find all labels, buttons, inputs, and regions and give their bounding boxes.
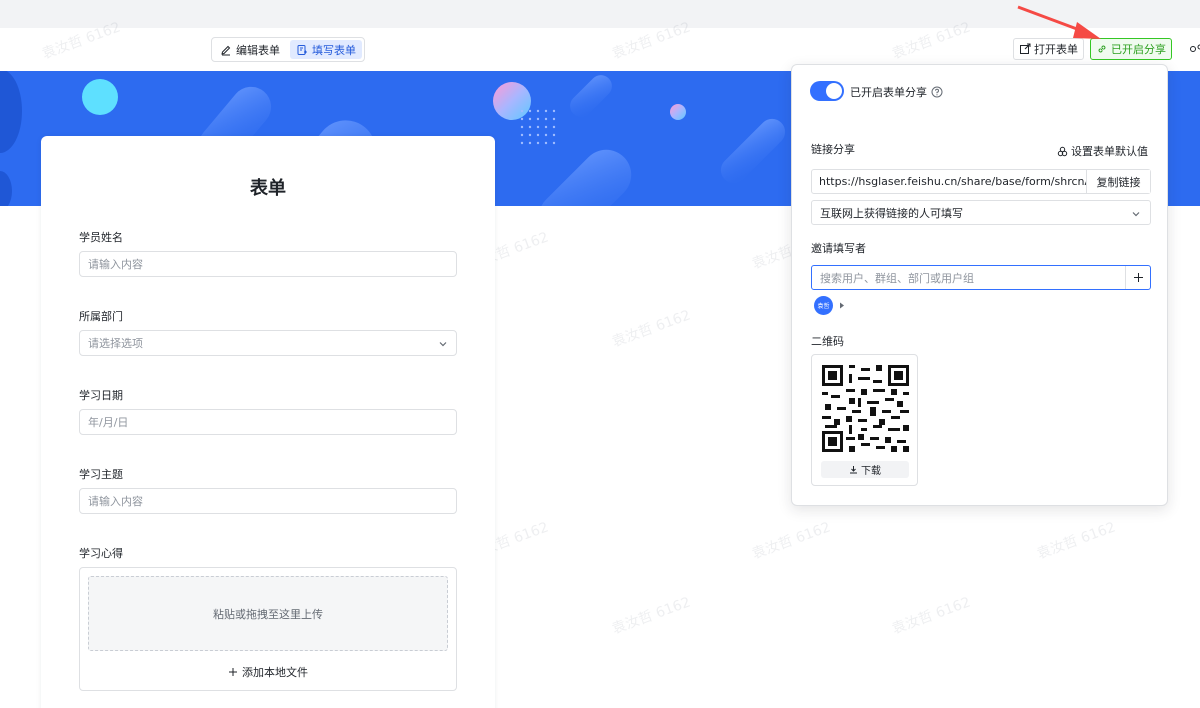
qr-code-label: 二维码: [811, 335, 844, 348]
department-placeholder: 请选择选项: [88, 337, 143, 350]
field-label-topic: 学习主题: [79, 468, 123, 481]
field-label-reflection: 学习心得: [79, 547, 123, 560]
student-name-input[interactable]: 请输入内容: [79, 251, 457, 277]
external-link-icon: [1020, 43, 1031, 54]
more-options-icon[interactable]: [1189, 42, 1200, 56]
plus-icon: [229, 668, 237, 676]
help-icon[interactable]: [931, 86, 943, 98]
watermark: 袁汝哲 6162: [1035, 519, 1118, 563]
study-date-input[interactable]: 年/月/日: [79, 409, 457, 435]
share-toggle-label: 已开启表单分享: [850, 86, 927, 99]
share-toggle-text: 已开启表单分享: [850, 84, 943, 100]
edit-form-label: 编辑表单: [236, 43, 280, 57]
share-link-url[interactable]: https://hsglaser.feishu.cn/share/base/fo…: [812, 170, 1086, 193]
download-icon: [850, 466, 857, 474]
copy-link-button[interactable]: 复制链接: [1086, 170, 1150, 193]
fill-form-button[interactable]: 填写表单: [290, 40, 362, 59]
set-default-values-button[interactable]: 设置表单默认值: [1057, 143, 1148, 159]
watermark: 袁汝哲 6162: [890, 594, 973, 638]
download-label: 下载: [861, 466, 881, 477]
field-label-name: 学员姓名: [79, 231, 123, 244]
form-card: 表单 学员姓名 请输入内容 所属部门 请选择选项 学习日期 年/月/日 学习主题…: [41, 136, 495, 708]
settings-icon: [1057, 146, 1068, 156]
sharing-enabled-label: 已开启分享: [1111, 43, 1166, 56]
invite-search-input[interactable]: 搜索用户、群组、部门或用户组: [812, 266, 1125, 289]
study-topic-input[interactable]: 请输入内容: [79, 488, 457, 514]
watermark: 袁汝哲 6162: [610, 594, 693, 638]
fill-form-label: 填写表单: [312, 43, 356, 57]
mode-switch: 编辑表单 填写表单: [211, 37, 365, 62]
add-local-file-button[interactable]: 添加本地文件: [80, 664, 456, 680]
department-select[interactable]: 请选择选项: [79, 330, 457, 356]
field-label-date: 学习日期: [79, 389, 123, 402]
qr-card: 下载: [811, 354, 918, 486]
qr-download-button[interactable]: 下载: [821, 461, 909, 478]
upload-drop-zone[interactable]: 粘贴或拖拽至这里上传: [88, 576, 448, 651]
watermark: 袁汝哲 6162: [750, 519, 833, 563]
plus-icon: [1133, 273, 1143, 282]
invite-search-box: 搜索用户、群组、部门或用户组: [811, 265, 1151, 290]
caret-right-icon[interactable]: [839, 302, 845, 309]
invite-fillers-label: 邀请填写者: [811, 242, 866, 255]
fill-form-icon: [297, 44, 307, 55]
share-link-row: https://hsglaser.feishu.cn/share/base/fo…: [811, 169, 1151, 194]
link-share-label: 链接分享: [811, 143, 855, 156]
link-permission-value: 互联网上获得链接的人可填写: [820, 206, 963, 220]
share-toggle[interactable]: [810, 81, 844, 101]
add-local-file-label: 添加本地文件: [242, 666, 308, 679]
form-title: 表单: [250, 178, 286, 199]
upload-box: 粘贴或拖拽至这里上传 添加本地文件: [79, 567, 457, 691]
invite-add-button[interactable]: [1125, 266, 1150, 289]
chevron-down-icon: [1132, 212, 1140, 217]
annotation-arrow-icon: [1017, 5, 1101, 39]
field-label-department: 所属部门: [79, 310, 123, 323]
link-icon: [1098, 45, 1106, 53]
link-permission-select[interactable]: 互联网上获得链接的人可填写: [811, 200, 1151, 225]
set-default-label: 设置表单默认值: [1071, 145, 1148, 158]
chevron-down-icon: [439, 342, 447, 347]
qr-code: [822, 365, 909, 452]
edit-pencil-icon: [221, 45, 231, 55]
avatar[interactable]: 袁哲: [814, 296, 833, 315]
edit-form-button[interactable]: 编辑表单: [214, 40, 286, 59]
watermark: 袁汝哲 6162: [610, 307, 693, 351]
toggle-knob: [826, 83, 842, 99]
share-panel: 已开启表单分享 链接分享 设置表单默认值 https://hsglaser.fe…: [791, 64, 1168, 506]
